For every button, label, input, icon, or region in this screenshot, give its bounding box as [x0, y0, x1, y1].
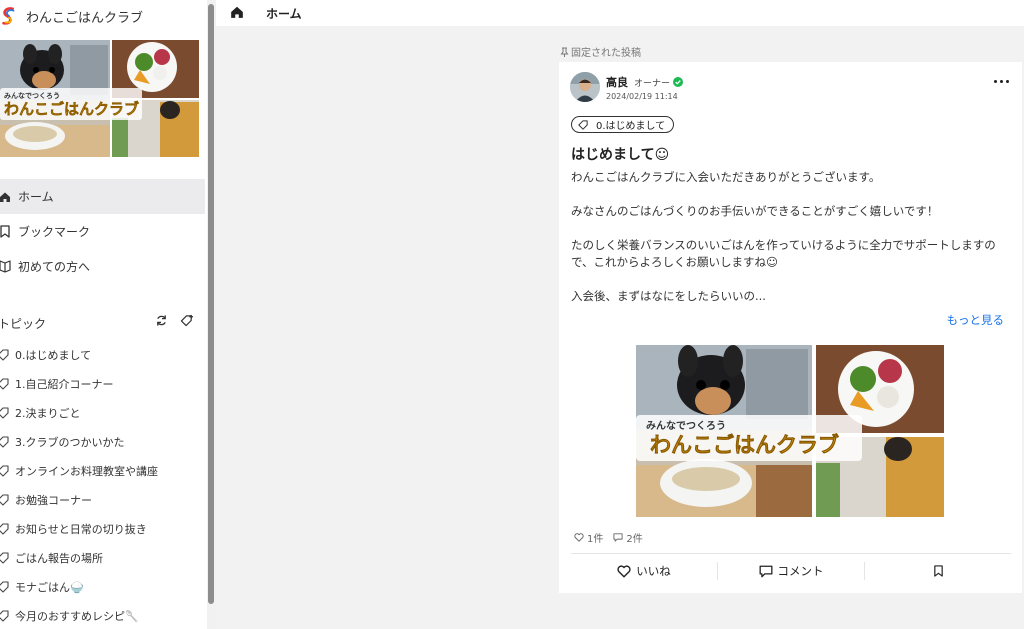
topic-label: オンラインお料理教室や講座: [15, 464, 158, 478]
topic-label: 今月のおすすめレシピ🥄: [15, 609, 139, 623]
topics-list: 0.はじめまして 1.自己紹介コーナー 2.決まりごと 3.クラブのつかいかた …: [0, 340, 205, 629]
topic-item[interactable]: お勉強コーナー: [0, 485, 205, 514]
post-body: わんこごはんクラブに入会いただきありがとうございます。 みなさんのごはんづくりの…: [571, 169, 1011, 322]
tag-icon: [0, 493, 9, 506]
topic-item[interactable]: 1.自己紹介コーナー: [0, 369, 205, 398]
tag-icon: [0, 377, 9, 390]
topic-item[interactable]: 2.決まりごと: [0, 398, 205, 427]
sidebar-item-bookmark[interactable]: ブックマーク: [0, 214, 205, 249]
banner-small-text: みんなでつくろう: [4, 91, 60, 100]
comment-button-label: コメント: [777, 564, 824, 578]
topic-label: 3.クラブのつかいかた: [15, 435, 125, 449]
banner-big-text: わんこごはんクラブ: [4, 100, 139, 118]
divider: [571, 553, 1011, 554]
topic-item[interactable]: オンラインお料理教室や講座: [0, 456, 205, 485]
post-paragraph: 入会後、まずはなにをしたらいいの...: [571, 289, 766, 303]
author-role: オーナー: [634, 78, 671, 89]
like-count[interactable]: 1件: [574, 530, 603, 545]
post-tag-label: 0.はじめまして: [596, 121, 666, 132]
home-icon[interactable]: [230, 5, 246, 21]
topic-item[interactable]: 0.はじめまして: [0, 340, 205, 369]
tag-icon: [0, 580, 9, 593]
refresh-icon[interactable]: [155, 314, 168, 327]
bookmark-icon: [933, 565, 943, 577]
like-button[interactable]: いいね: [571, 563, 717, 579]
topic-label: 2.決まりごと: [15, 406, 81, 420]
post-title: はじめまして☺: [571, 147, 670, 163]
sidebar-item-home[interactable]: ホーム: [0, 179, 205, 214]
topic-label: モナごはん🍚: [15, 580, 84, 594]
post-image[interactable]: みんなでつくろう わんこごはんクラブ: [636, 345, 944, 517]
brand[interactable]: わんこごはんクラブ: [0, 4, 143, 28]
comment-icon: [613, 533, 623, 542]
top-bar: ホーム: [216, 0, 1024, 26]
topics-heading-label: トピック: [0, 316, 47, 331]
pinned-post-label: 固定された投稿: [560, 44, 641, 59]
post-image-small-text: みんなでつくろう: [646, 420, 726, 432]
sidebar-item-label: ブックマーク: [18, 225, 91, 239]
brand-logo-icon: [2, 7, 15, 25]
heart-icon: [617, 564, 631, 578]
post-paragraph: わんこごはんクラブに入会いただきありがとうございます。: [571, 170, 881, 184]
post-image-big-text: わんこごはんクラブ: [650, 433, 839, 457]
add-tag-icon[interactable]: [180, 314, 194, 327]
scrollbar-thumb[interactable]: [208, 4, 214, 604]
like-count-text: 1件: [587, 534, 604, 545]
post-author[interactable]: 高良 オーナー: [606, 74, 684, 90]
topic-label: 1.自己紹介コーナー: [15, 377, 114, 391]
post-tag-chip[interactable]: 0.はじめまして: [571, 116, 675, 133]
more-options-icon[interactable]: [992, 76, 1010, 86]
beginner-icon: [0, 260, 12, 274]
pin-icon: [560, 47, 569, 57]
verified-icon: [673, 77, 684, 87]
brand-name: わんこごはんクラブ: [26, 10, 144, 26]
tag-icon: [578, 119, 588, 130]
sidebar-nav: ホーム ブックマーク 初めての方へ: [0, 179, 205, 284]
post-paragraph: みなさんのごはんづくりのお手伝いができることがすごく嬉しいです！: [571, 204, 939, 218]
comment-icon: [759, 565, 772, 577]
sidebar-item-label: ホーム: [18, 190, 54, 204]
avatar[interactable]: [570, 72, 600, 102]
topic-item[interactable]: お知らせと日常の切り抜き: [0, 514, 205, 543]
post-date: 2024/02/19 11:14: [606, 92, 678, 101]
topic-item[interactable]: モナごはん🍚: [0, 572, 205, 601]
topic-item[interactable]: 今月のおすすめレシピ🥄: [0, 601, 205, 629]
tag-icon: [0, 406, 9, 419]
sidebar-item-beginner[interactable]: 初めての方へ: [0, 249, 205, 284]
see-more-link[interactable]: もっと見る: [947, 312, 1005, 328]
community-banner: みんなでつくろう わんこごはんクラブ: [0, 40, 199, 157]
tag-icon: [0, 348, 9, 361]
topic-label: 0.はじめまして: [15, 348, 92, 362]
topic-item[interactable]: ごはん報告の場所: [0, 543, 205, 572]
comment-button[interactable]: コメント: [718, 563, 864, 579]
topic-label: お勉強コーナー: [15, 493, 92, 507]
tag-icon: [0, 609, 9, 622]
post-paragraph: たのしく栄養バランスのいいごはんを作っていけるように全力でサポートしますので、こ…: [571, 238, 996, 269]
topic-label: お知らせと日常の切り抜き: [15, 522, 147, 536]
comment-count[interactable]: 2件: [613, 530, 643, 545]
post-stats: 1件 2件: [574, 530, 643, 545]
comment-count-text: 2件: [626, 534, 643, 545]
sidebar-scrollbar[interactable]: [207, 0, 216, 629]
tag-icon: [0, 435, 9, 448]
tag-icon: [0, 522, 9, 535]
post-actions: いいね コメント: [571, 560, 1011, 582]
post-card: 高良 オーナー 2024/02/19 11:14 0.はじめまして はじめまして…: [559, 62, 1022, 593]
pinned-post-text: 固定された投稿: [571, 48, 641, 59]
like-button-label: いいね: [636, 564, 671, 578]
tag-icon: [0, 551, 9, 564]
topic-item[interactable]: 3.クラブのつかいかた: [0, 427, 205, 456]
bookmark-icon: [0, 225, 12, 239]
page-title: ホーム: [266, 6, 302, 21]
heart-icon: [574, 533, 584, 542]
topics-heading: トピック: [0, 313, 200, 333]
author-name: 高良: [606, 76, 628, 89]
home-icon: [0, 190, 12, 204]
topic-label: ごはん報告の場所: [15, 551, 103, 565]
tag-icon: [0, 464, 9, 477]
bookmark-button[interactable]: [865, 564, 1011, 578]
sidebar: わんこごはんクラブ みんなでつくろう わんこごはんクラブ ホーム ブックマーク …: [0, 0, 207, 629]
sidebar-item-label: 初めての方へ: [18, 260, 91, 274]
